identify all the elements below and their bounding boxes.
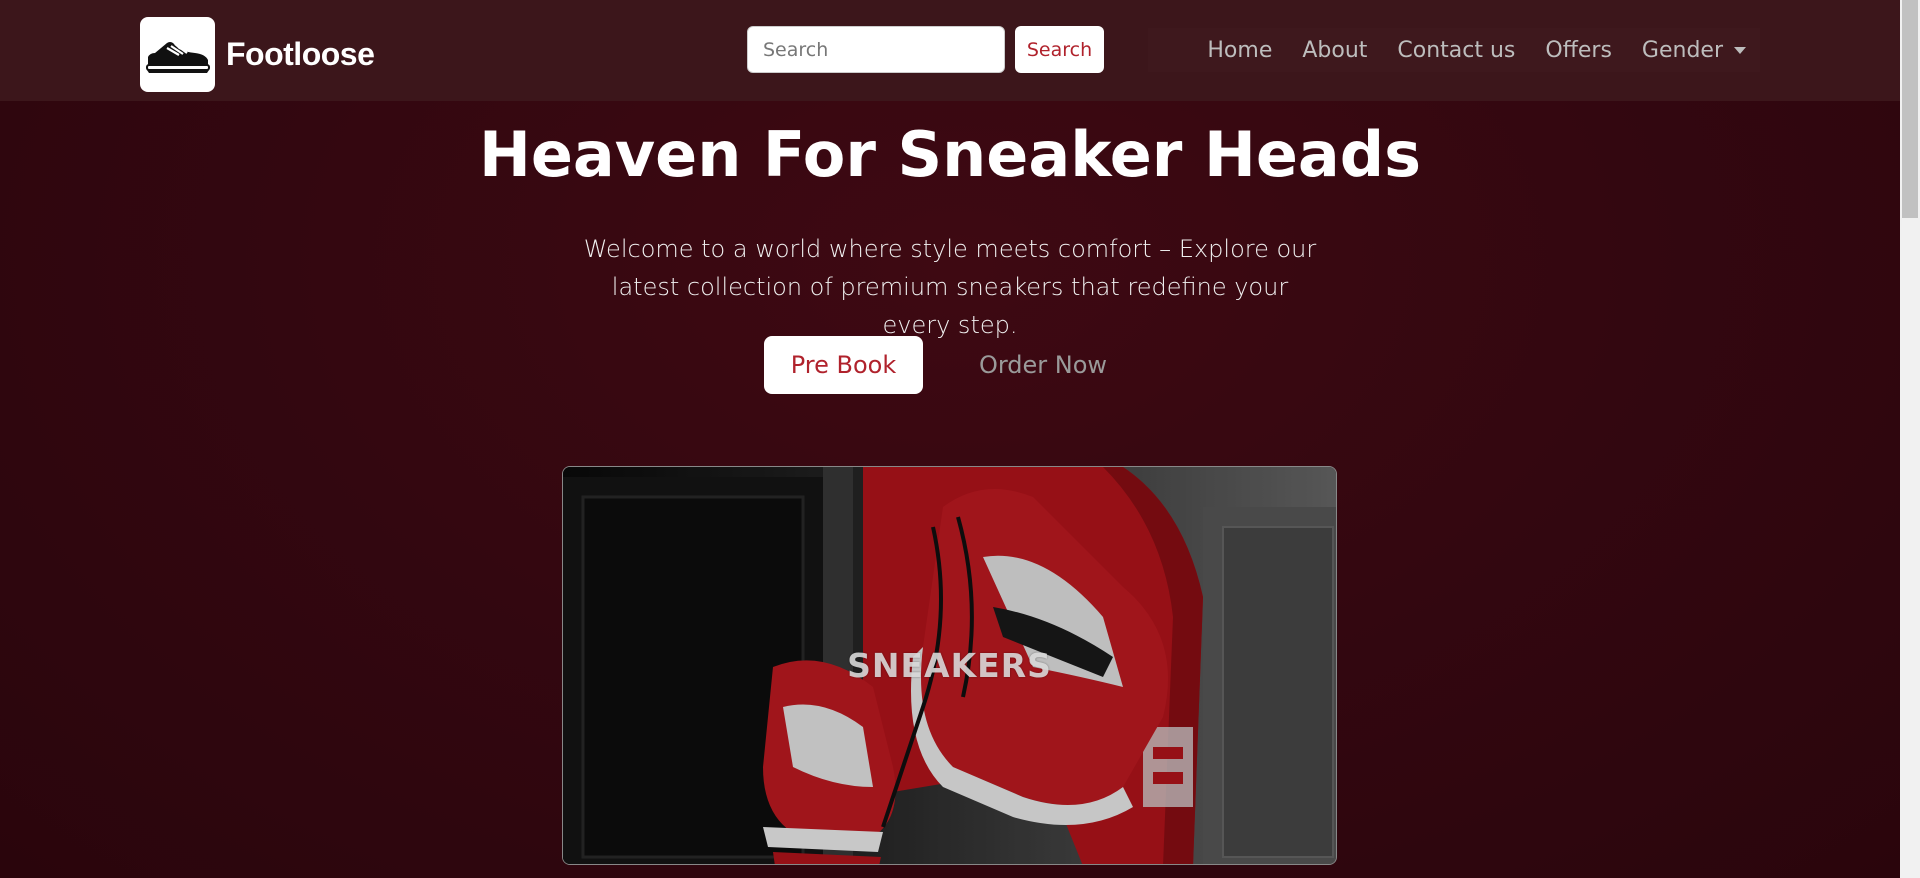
- nav-home[interactable]: Home: [1207, 38, 1272, 63]
- pre-book-button[interactable]: Pre Book: [764, 336, 923, 394]
- hero-image: SNEAKERS: [562, 466, 1337, 865]
- nav-gender-label: Gender: [1641, 37, 1723, 63]
- brand-name: Footloose: [226, 36, 375, 72]
- nav-contact[interactable]: Contact us: [1397, 38, 1515, 63]
- nav-links: Home About Contact us Offers Gender: [1148, 28, 1760, 72]
- order-now-button[interactable]: Order Now: [958, 336, 1128, 394]
- nav-offers[interactable]: Offers: [1545, 38, 1612, 63]
- search-input[interactable]: [747, 26, 1005, 73]
- hero-image-overlay-text: SNEAKERS: [847, 646, 1052, 685]
- search-button[interactable]: Search: [1015, 26, 1104, 73]
- navbar: Footloose Search Home About Contact us O…: [0, 0, 1900, 101]
- brand[interactable]: Footloose: [140, 17, 375, 92]
- scrollbar-thumb[interactable]: [1902, 0, 1918, 218]
- hero-title: Heaven For Sneaker Heads: [478, 118, 1422, 191]
- nav-gender-dropdown[interactable]: Gender: [1642, 38, 1746, 63]
- nav-about[interactable]: About: [1302, 38, 1367, 63]
- hero-subtitle: Welcome to a world where style meets com…: [583, 235, 1317, 339]
- sneaker-icon: [140, 17, 215, 92]
- chevron-down-icon: [1734, 46, 1746, 54]
